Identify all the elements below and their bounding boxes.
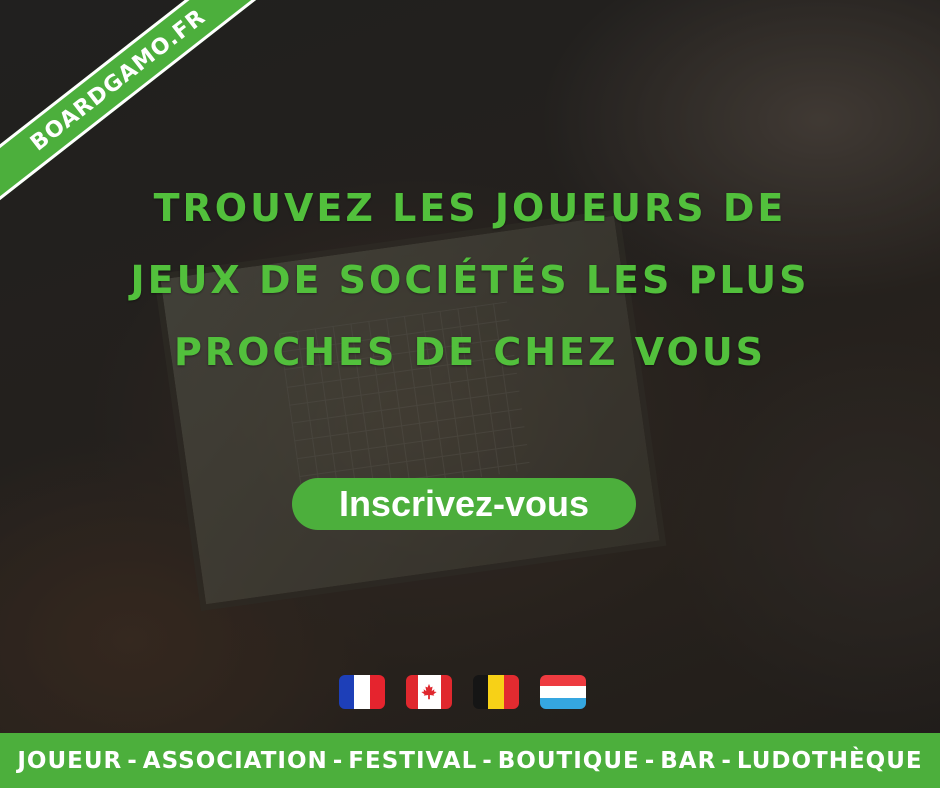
country-flags <box>339 675 586 709</box>
separator: - <box>721 747 732 774</box>
headline: TROUVEZ LES JOUEURS DE JEUX DE SOCIÉTÉS … <box>0 172 940 388</box>
category-association: ASSOCIATION <box>142 747 328 774</box>
category-ludotheque: LUDOTHÈQUE <box>736 747 923 774</box>
category-bar: JOUEUR - ASSOCIATION - FESTIVAL - BOUTIQ… <box>0 733 940 788</box>
category-joueur: JOUEUR <box>17 747 123 774</box>
flag-canada-icon <box>406 675 452 709</box>
signup-button-label: Inscrivez-vous <box>338 483 590 524</box>
headline-line-2: JEUX DE SOCIÉTÉS LES PLUS <box>130 258 810 302</box>
flag-belgium-icon <box>473 675 519 709</box>
separator: - <box>482 747 493 774</box>
separator: - <box>332 747 344 774</box>
flag-luxembourg-icon <box>540 675 586 709</box>
headline-line-3: PROCHES DE CHEZ VOUS <box>173 330 767 374</box>
category-bar: BAR <box>660 747 717 774</box>
flag-france-icon <box>339 675 385 709</box>
separator: - <box>644 747 656 774</box>
separator: - <box>127 747 138 774</box>
headline-line-1: TROUVEZ LES JOUEURS DE <box>153 186 787 230</box>
category-boutique: BOUTIQUE <box>497 747 640 774</box>
category-festival: FESTIVAL <box>348 747 478 774</box>
signup-button[interactable]: Inscrivez-vous <box>292 478 636 530</box>
dark-overlay <box>0 0 940 788</box>
